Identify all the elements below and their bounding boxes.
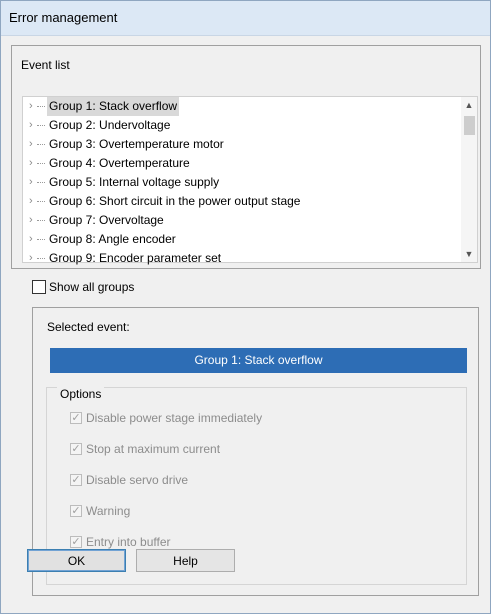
- event-list-item[interactable]: › Group 9: Encoder parameter set: [23, 249, 462, 268]
- event-list-panel: Event list › Group 1: Stack overflow › G…: [11, 45, 481, 269]
- scroll-down-arrow-icon[interactable]: ▼: [461, 246, 477, 262]
- event-list-item[interactable]: › Group 1: Stack overflow: [23, 97, 462, 116]
- checkmark-icon: ✓: [70, 536, 82, 548]
- dialog-body: Event list › Group 1: Stack overflow › G…: [1, 36, 490, 613]
- event-list-item[interactable]: › Group 3: Overtemperature motor: [23, 135, 462, 154]
- event-list-header: Event list: [12, 46, 480, 84]
- option-label: Disable servo drive: [86, 473, 189, 487]
- tree-connector: [37, 258, 45, 259]
- event-list-item[interactable]: › Group 7: Overvoltage: [23, 211, 462, 230]
- error-management-window: Error management Event list › Group 1: S…: [0, 0, 491, 614]
- event-list-item-label: Group 9: Encoder parameter set: [49, 251, 222, 265]
- event-list-item-label: Group 6: Short circuit in the power outp…: [49, 194, 301, 208]
- tree-connector: [37, 125, 45, 126]
- window-title: Error management: [9, 10, 118, 25]
- event-list-item-label: Group 8: Angle encoder: [49, 232, 176, 246]
- event-list[interactable]: › Group 1: Stack overflow › Group 2: Und…: [22, 96, 478, 265]
- checkmark-icon: ✓: [70, 505, 82, 517]
- option-label: Warning: [86, 504, 131, 518]
- show-all-groups-box[interactable]: [32, 279, 46, 294]
- event-list-scrollbar[interactable]: ▲ ▼: [461, 97, 477, 262]
- checkmark-icon: ✓: [70, 474, 82, 486]
- tree-connector: [37, 182, 45, 183]
- scroll-up-arrow-icon[interactable]: ▲: [461, 97, 477, 113]
- tree-connector: [37, 144, 45, 145]
- event-list-title: Event list: [21, 58, 70, 72]
- option-label: Entry into buffer: [86, 535, 171, 549]
- event-list-item[interactable]: › Group 6: Short circuit in the power ou…: [23, 192, 462, 211]
- show-all-groups-checkbox[interactable]: Show all groups: [32, 279, 134, 295]
- event-list-item[interactable]: › Group 5: Internal voltage supply: [23, 173, 462, 192]
- tree-connector: [37, 201, 45, 202]
- option-label: Stop at maximum current: [86, 442, 221, 456]
- event-list-item-label: Group 4: Overtemperature: [49, 156, 190, 170]
- options-title: Options: [57, 387, 105, 401]
- ok-button[interactable]: OK: [27, 549, 126, 572]
- show-all-groups-label: Show all groups: [49, 280, 135, 294]
- event-list-rows: › Group 1: Stack overflow › Group 2: Und…: [23, 97, 462, 268]
- option-label: Disable power stage immediately: [86, 411, 263, 425]
- event-list-item[interactable]: › Group 4: Overtemperature: [23, 154, 462, 173]
- tree-connector: [37, 163, 45, 164]
- checkmark-icon: ✓: [70, 412, 82, 424]
- event-list-item-label: Group 5: Internal voltage supply: [49, 175, 220, 189]
- event-list-item-label: Group 2: Undervoltage: [49, 118, 171, 132]
- event-list-item-label: Group 3: Overtemperature motor: [49, 137, 224, 151]
- scroll-thumb[interactable]: [464, 116, 475, 135]
- checkmark-icon: ✓: [70, 443, 82, 455]
- selected-event-label: Selected event:: [47, 320, 130, 334]
- event-list-item-label: Group 1: Stack overflow: [47, 97, 180, 116]
- tree-connector: [37, 220, 45, 221]
- event-list-item[interactable]: › Group 2: Undervoltage: [23, 116, 462, 135]
- tree-connector: [37, 106, 45, 107]
- event-list-item-label: Group 7: Overvoltage: [49, 213, 164, 227]
- title-bar: Error management: [1, 1, 490, 36]
- help-button[interactable]: Help: [136, 549, 235, 572]
- selected-event-value: Group 1: Stack overflow: [50, 348, 467, 373]
- tree-connector: [37, 239, 45, 240]
- event-list-item[interactable]: › Group 8: Angle encoder: [23, 230, 462, 249]
